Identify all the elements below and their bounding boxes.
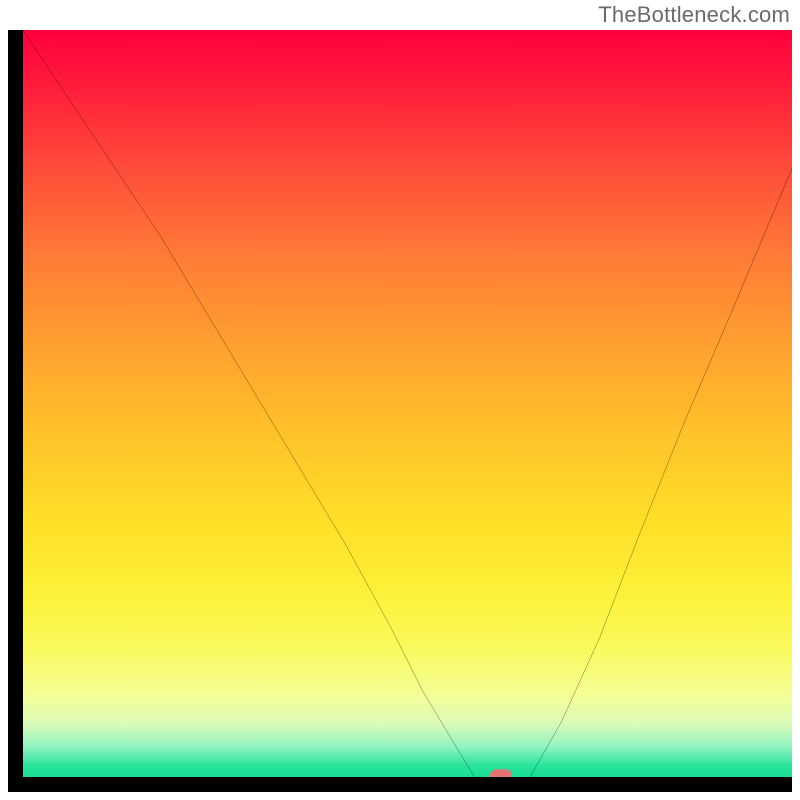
watermark-text: TheBottleneck.com (598, 2, 790, 28)
chart-container: TheBottleneck.com (0, 0, 800, 800)
optimal-marker (490, 769, 512, 777)
plot-frame (8, 30, 792, 792)
bottleneck-curve (23, 30, 792, 777)
plot-area (23, 30, 792, 777)
